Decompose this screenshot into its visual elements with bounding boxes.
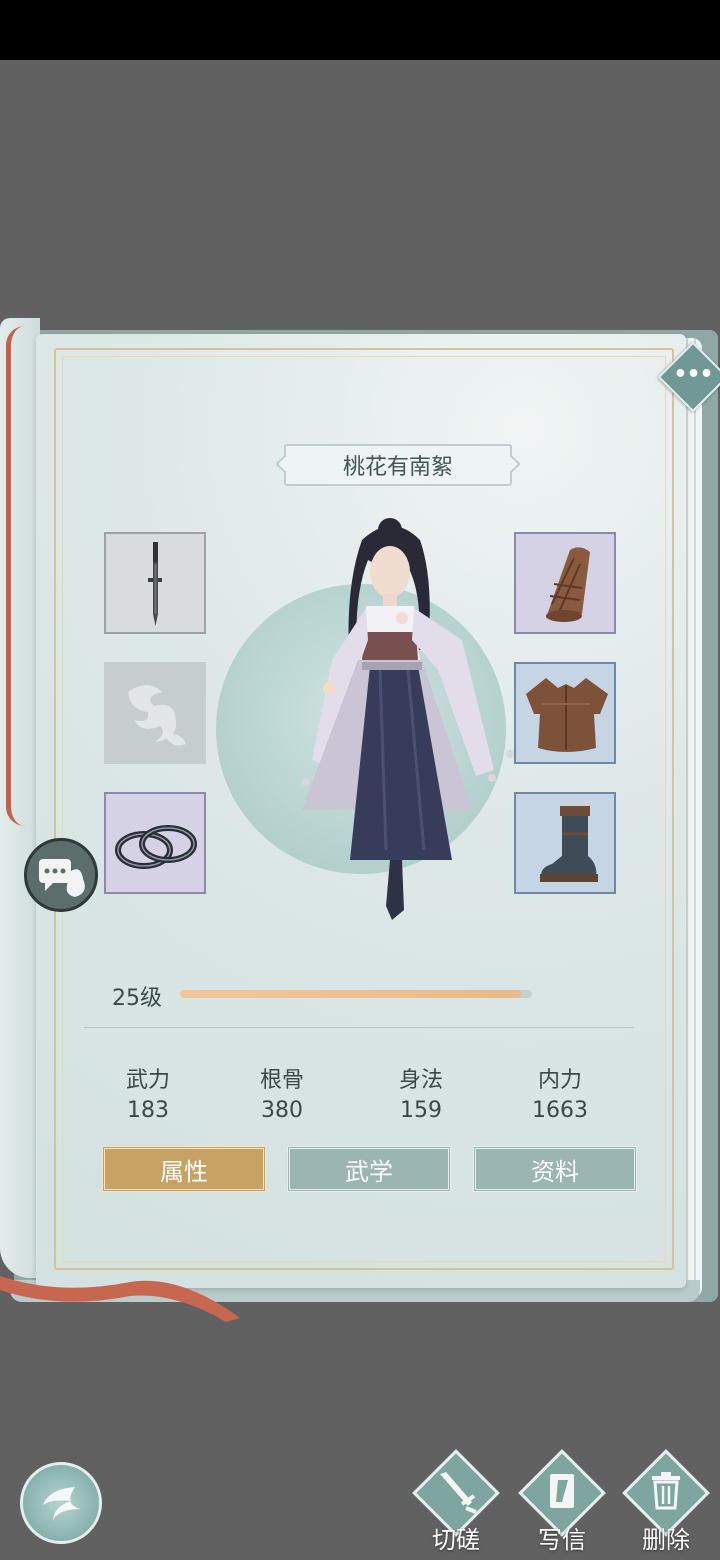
tab-martial-arts[interactable]: 武学: [287, 1146, 451, 1192]
stat-value: 380: [261, 1098, 303, 1123]
spar-button[interactable]: 切磋: [410, 1449, 500, 1556]
stat-label: 武力: [125, 1068, 170, 1093]
dagger-icon: [148, 542, 162, 626]
stat-value: 1663: [532, 1098, 588, 1123]
empty-slot-icon: [128, 685, 186, 746]
tab-profile[interactable]: 资料: [473, 1146, 637, 1192]
stat-strength: 武力 183: [88, 1062, 208, 1123]
bracer-icon: [546, 547, 590, 622]
write-letter-button[interactable]: 写信: [516, 1449, 606, 1556]
stat-value: 183: [127, 1098, 169, 1123]
level-progress-bar: [180, 990, 532, 998]
trash-icon: [652, 1472, 680, 1510]
letter-icon: [550, 1474, 574, 1508]
stat-label: 身法: [398, 1068, 443, 1093]
stat-label: 根骨: [259, 1068, 304, 1093]
character-portrait: [302, 518, 514, 920]
level-label: 25级: [112, 986, 162, 1011]
equip-slot-boots[interactable]: [514, 792, 616, 894]
divider: [84, 1027, 634, 1028]
boot-icon: [540, 806, 598, 882]
spar-label: 切磋: [432, 1526, 480, 1554]
back-button[interactable]: [20, 1462, 102, 1544]
sword-icon: [440, 1472, 477, 1514]
delete-button[interactable]: 删除: [620, 1449, 710, 1556]
stat-constitution: 根骨 380: [222, 1062, 342, 1123]
write-letter-label: 写信: [538, 1526, 586, 1554]
status-bar: [0, 0, 720, 60]
equip-slot-accessory[interactable]: [104, 792, 206, 894]
level-progress-fill: [180, 990, 522, 998]
equip-slot-weapon[interactable]: [104, 532, 206, 634]
stat-value: 159: [400, 1098, 442, 1123]
ribbon-decoration: [6, 326, 25, 826]
chat-bubble-icon: [39, 859, 85, 897]
ribbon-bottom-decoration: [0, 1276, 240, 1322]
equip-slot-armor[interactable]: [514, 662, 616, 764]
bracelets-icon: [115, 825, 197, 869]
character-book: ••• 桃花有南絮 25级 武力 183 根骨 380 身法 159 内力 16…: [0, 318, 720, 1322]
delete-label: 删除: [642, 1526, 690, 1554]
chat-button[interactable]: [24, 838, 98, 912]
character-page: ••• 桃花有南絮 25级 武力 183 根骨 380 身法 159 内力 16…: [36, 334, 720, 1288]
tab-attributes[interactable]: 属性: [102, 1146, 266, 1192]
stat-inner-power: 内力 1663: [500, 1062, 620, 1123]
stat-agility: 身法 159: [361, 1062, 481, 1123]
equip-slot-empty[interactable]: [104, 662, 206, 764]
book-spine: [0, 318, 40, 1278]
equip-slot-bracer[interactable]: [514, 532, 616, 634]
character-name: 桃花有南絮: [284, 444, 512, 486]
more-dots-icon[interactable]: •••: [672, 360, 714, 390]
back-arrow-icon: [43, 1487, 81, 1521]
chest-armor-icon: [526, 678, 608, 752]
stat-label: 内力: [537, 1068, 582, 1093]
